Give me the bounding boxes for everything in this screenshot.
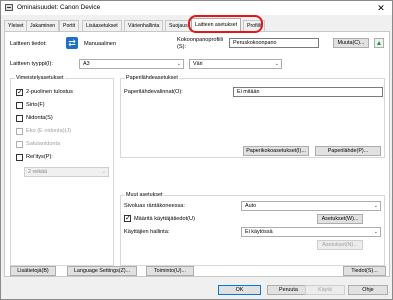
rotation-label: Sivoluas räntäkoneessa: (124, 203, 185, 209)
user-management-label: Käyttäjien hallinta: (124, 229, 170, 235)
device-settings-panel: Laitteen tiedot: ⇄ Manuaalinen Kokoonpan… (4, 31, 390, 277)
close-button[interactable]: ✕ (374, 2, 388, 14)
paper-source-group-title: Paperilähdeasetukset (125, 75, 179, 81)
chevron-down-icon: ⌄ (373, 229, 378, 235)
stapling-label: Nidonta(S) (26, 115, 53, 121)
saddle-stitch-label: Satulanidonta (26, 141, 61, 147)
function-button[interactable]: Toiminto(U)... (146, 266, 194, 276)
rotation-value: Auto (245, 203, 257, 209)
punch-label: Rei'itys(P): (26, 154, 53, 160)
title-bar: Ominaisuudet: Canon Device ✕ (1, 1, 392, 15)
paper-source-button[interactable]: Paperilähde(P)... (315, 146, 381, 156)
tab-sharing[interactable]: Jakaminen (26, 20, 60, 31)
dialog-button-bar: OK Peruuta Käytä Ohje ⋰ (1, 281, 392, 300)
device-type-label: Laitteen tyyppi(I): (10, 61, 53, 67)
device-info-label: Laitteen tiedot: (10, 41, 47, 47)
paper-source-option-label: Paperilähdevalinnat(O): (124, 89, 183, 95)
tab-color-management[interactable]: Värienhallinta (124, 20, 164, 31)
eco-stapling-checkbox (16, 128, 23, 135)
tab-profile[interactable]: Profiili (243, 20, 266, 31)
chevron-down-icon: ⌄ (176, 61, 181, 67)
other-settings-group: Muut asetukset Sivoluas räntäkoneessa: A… (120, 192, 385, 266)
paper-source-option-field[interactable]: Ei mitään (233, 87, 383, 97)
tab-device-settings[interactable]: Laitteen asetukset (191, 18, 242, 32)
device-color-select[interactable]: Väri ⌄ (189, 59, 282, 69)
profile-label-shortcut: (S): (177, 44, 187, 50)
tab-security[interactable]: Suojaus (165, 20, 192, 31)
device-color-value: Väri (193, 61, 203, 67)
tab-advanced[interactable]: Lisäasetukset (82, 20, 122, 31)
printer-icon (5, 4, 13, 11)
stapling-checkbox[interactable] (16, 115, 23, 122)
chevron-down-icon: ⌄ (373, 203, 378, 209)
user-management-settings-button: Asetukset(N)... (317, 240, 363, 250)
punch-select-value: 2 reikää (28, 169, 48, 175)
properties-window: Ominaisuudet: Canon Device ✕ Yleiset Jak… (0, 0, 393, 300)
additional-info-button[interactable]: Lisätietojä(B) (10, 266, 56, 276)
duplex-checkbox[interactable] (16, 88, 23, 97)
finishing-group-title: Vimeistelyasetukset (15, 75, 65, 81)
paper-size-settings-button[interactable]: Paperikokoasetukset(I)... (243, 146, 309, 156)
ok-button[interactable]: OK (218, 285, 261, 295)
duplex-label: 2-puolinen tulostus (26, 89, 73, 95)
tab-general[interactable]: Yleiset (4, 20, 28, 31)
other-settings-group-title: Muut asetukset (125, 192, 164, 198)
user-management-select[interactable]: Ei käytössä ⌄ (241, 227, 381, 237)
chevron-down-icon: ⌄ (274, 61, 279, 67)
change-profile-button[interactable]: Muuta(C)... (333, 38, 369, 48)
upload-icon[interactable] (374, 38, 384, 48)
help-button[interactable]: Ohje (348, 285, 388, 295)
finishing-group: Vimeistelyasetukset 2-puolinen tulostus … (10, 75, 114, 266)
device-size-value: A3 (83, 61, 90, 67)
window-title: Ominaisuudet: Canon Device (17, 4, 101, 11)
device-size-select[interactable]: A3 ⌄ (79, 59, 184, 69)
apply-button: Käytä (305, 285, 345, 295)
cancel-button[interactable]: Peruuta (267, 285, 310, 295)
tab-ports[interactable]: Portit (59, 20, 80, 31)
user-management-value: Ei käytössä (245, 229, 273, 235)
folding-checkbox[interactable] (16, 102, 23, 109)
saddle-stitch-checkbox (16, 141, 23, 148)
chevron-down-icon: ⌄ (101, 169, 106, 175)
punch-select: 2 reikää ⌄ (24, 167, 109, 177)
user-info-label: Määritä käyttäjätiedot(U) (134, 216, 195, 222)
punch-checkbox[interactable] (16, 154, 23, 161)
folding-label: Sirto(F) (26, 102, 45, 108)
info-button[interactable]: Tiedot(S)... (343, 266, 386, 276)
tab-bar: Yleiset Jakaminen Portit Lisäasetukset V… (4, 18, 390, 32)
profile-label: Kokoonpanoprofiili (177, 37, 224, 43)
sync-icon[interactable]: ⇄ (66, 37, 78, 49)
eco-stapling-label: Eko (E nidonta)(J) (26, 128, 72, 134)
user-info-settings-button[interactable]: Asetukset(W)... (317, 214, 363, 224)
resize-grip-icon[interactable]: ⋰ (385, 292, 390, 298)
device-info-mode: Manuaalinen (84, 41, 117, 47)
paper-source-group: Paperilähdeasetukset Paperilähdevalinnat… (120, 75, 385, 158)
rotation-select[interactable]: Auto ⌄ (241, 201, 381, 211)
language-settings-button[interactable]: Language Settings(Z)... (67, 266, 137, 276)
user-info-checkbox[interactable] (124, 214, 131, 223)
profile-input[interactable]: Peruskokoonpano (229, 38, 319, 48)
